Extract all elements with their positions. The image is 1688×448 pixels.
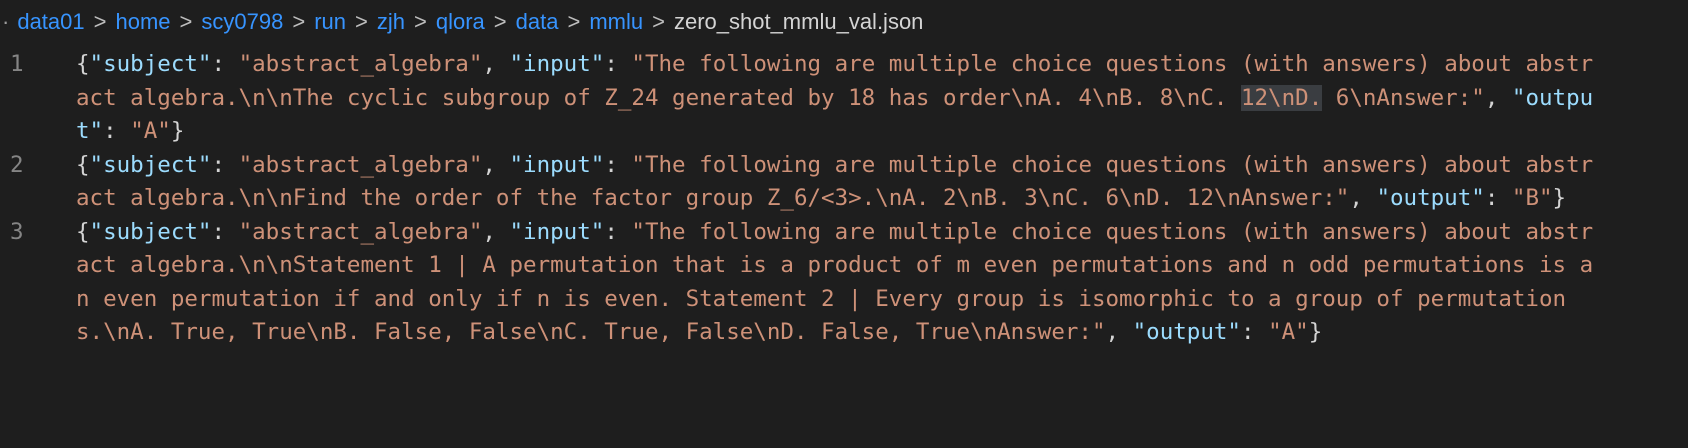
json-key-input: "input" [509,218,605,245]
colon: : [103,118,131,144]
line-number: 1 [10,51,24,77]
breadcrumb-item-home[interactable]: home [115,9,170,35]
json-value-output: "A" [130,118,171,144]
breadcrumb-separator: > [93,9,107,34]
comma: , [482,218,510,245]
breadcrumb-separator: > [355,9,368,34]
breadcrumb-item-scy0798[interactable]: scy0798 [201,9,283,35]
breadcrumb-item-run[interactable]: run [314,9,346,35]
json-key-subject: "subject" [89,51,212,77]
selection-highlight: 12\nD. [1240,84,1323,111]
line-content[interactable]: {"subject": "abstract_algebra", "input":… [76,216,1606,350]
breadcrumb-current-file[interactable]: zero_shot_mmlu_val.json [674,9,923,35]
colon: : [604,218,632,245]
breadcrumb-item-zjh[interactable]: zjh [377,9,405,35]
brace-close: } [170,118,185,144]
json-key-subject: "subject" [89,218,212,245]
editor-window: · data01 > home > scy0798 > run > zjh > … [0,0,1688,448]
brace-open: { [76,218,90,245]
breadcrumb-item-data01[interactable]: data01 [17,9,84,35]
breadcrumb-separator: > [567,9,581,34]
colon: : [604,151,632,178]
json-key-output: "output" [1376,185,1485,211]
comma: , [482,51,510,77]
line-number: 3 [10,218,24,245]
json-value-output: "B" [1511,185,1553,211]
brace-open: { [76,51,90,77]
breadcrumb-separator: > [493,9,507,34]
json-key-input: "input" [509,151,605,178]
json-key-output: "output" [1132,319,1241,345]
json-value-subject: "abstract_algebra" [238,51,483,77]
json-key-input: "input" [509,51,605,77]
code-line: 1 {"subject": "abstract_algebra", "input… [0,48,1688,149]
comma: , [1105,319,1133,345]
breadcrumb-separator: > [652,9,665,34]
colon: : [604,51,632,77]
brace-close: } [1308,319,1323,345]
json-key-subject: "subject" [89,151,212,178]
colon: : [211,218,239,245]
breadcrumb-separator: > [292,9,306,34]
comma: , [1349,185,1377,211]
breadcrumb-item-qlora[interactable]: qlora [436,9,485,35]
line-content[interactable]: {"subject": "abstract_algebra", "input":… [76,48,1606,149]
breadcrumb: · data01 > home > scy0798 > run > zjh > … [0,0,1688,44]
line-content[interactable]: {"subject": "abstract_algebra", "input":… [76,149,1606,216]
code-editor[interactable]: 1 {"subject": "abstract_algebra", "input… [0,48,1688,350]
colon: : [211,151,239,178]
breadcrumb-item-data[interactable]: data [516,9,559,35]
json-value-subject: "abstract_algebra" [238,151,483,178]
breadcrumb-separator: > [413,9,427,34]
breadcrumb-separator: > [179,9,193,34]
comma: , [1484,84,1512,111]
brace-open: { [76,151,90,178]
colon: : [211,51,239,77]
code-line: 3 {"subject": "abstract_algebra", "input… [0,216,1688,350]
line-number: 2 [10,151,24,178]
json-value-output: "A" [1268,319,1309,345]
json-value-subject: "abstract_algebra" [238,218,483,245]
brace-close: } [1552,185,1567,211]
code-line: 2 {"subject": "abstract_algebra", "input… [0,149,1688,216]
breadcrumb-lead: · [2,9,10,34]
json-value-input-tail: 6\nAnswer:" [1322,84,1485,111]
comma: , [482,151,510,178]
colon: : [1240,319,1269,345]
breadcrumb-item-mmlu[interactable]: mmlu [589,9,643,35]
colon: : [1484,185,1512,211]
